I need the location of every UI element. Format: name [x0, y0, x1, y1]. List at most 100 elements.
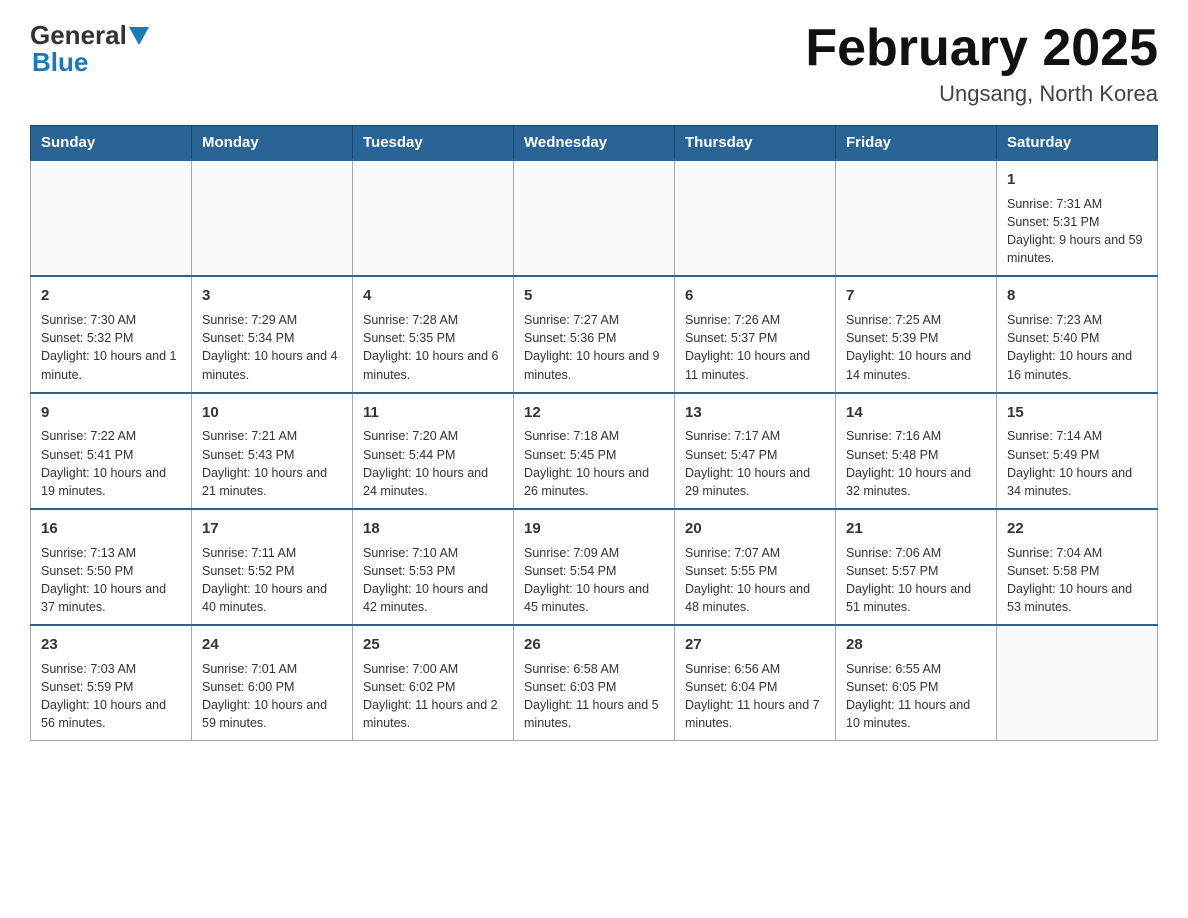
day-info: Sunrise: 7:17 AMSunset: 5:47 PMDaylight:…	[685, 427, 825, 500]
calendar-cell: 26Sunrise: 6:58 AMSunset: 6:03 PMDayligh…	[514, 625, 675, 741]
week-row-2: 2 Sunrise: 7:30 AMSunset: 5:32 PMDaylight…	[31, 276, 1158, 392]
day-info: Sunrise: 7:00 AMSunset: 6:02 PMDaylight:…	[363, 660, 503, 733]
logo: General Blue	[30, 20, 151, 78]
day-number: 14	[846, 402, 986, 424]
week-row-5: 23 Sunrise: 7:03 AMSunset: 5:59 PMDayligh…	[31, 625, 1158, 741]
calendar-cell: 12 Sunrise: 7:18 AMSunset: 5:45 PMDayligh…	[514, 393, 675, 509]
day-header-tuesday: Tuesday	[353, 126, 514, 161]
day-info: Sunrise: 6:56 AMSunset: 6:04 PMDaylight:…	[685, 660, 825, 733]
day-info: Sunrise: 6:55 AMSunset: 6:05 PMDaylight:…	[846, 660, 986, 733]
day-number: 13	[685, 402, 825, 424]
calendar-cell: 25Sunrise: 7:00 AMSunset: 6:02 PMDayligh…	[353, 625, 514, 741]
day-number: 23	[41, 634, 181, 656]
day-info: Sunrise: 7:22 AMSunset: 5:41 PMDaylight:…	[41, 427, 181, 500]
month-title: February 2025	[805, 20, 1158, 77]
day-info: Sunrise: 6:58 AMSunset: 6:03 PMDaylight:…	[524, 660, 664, 733]
calendar-cell: 22 Sunrise: 7:04 AMSunset: 5:58 PMDayligh…	[997, 509, 1158, 625]
day-number: 1	[1007, 169, 1147, 191]
calendar-cell	[675, 160, 836, 276]
day-info: Sunrise: 7:28 AMSunset: 5:35 PMDaylight:…	[363, 311, 503, 384]
calendar-cell: 24Sunrise: 7:01 AMSunset: 6:00 PMDayligh…	[192, 625, 353, 741]
day-number: 7	[846, 285, 986, 307]
day-info: Sunrise: 7:03 AMSunset: 5:59 PMDaylight:…	[41, 660, 181, 733]
day-header-friday: Friday	[836, 126, 997, 161]
day-info: Sunrise: 7:16 AMSunset: 5:48 PMDaylight:…	[846, 427, 986, 500]
calendar-cell: 3 Sunrise: 7:29 AMSunset: 5:34 PMDaylight…	[192, 276, 353, 392]
calendar-cell: 23 Sunrise: 7:03 AMSunset: 5:59 PMDayligh…	[31, 625, 192, 741]
calendar-cell: 19 Sunrise: 7:09 AMSunset: 5:54 PMDayligh…	[514, 509, 675, 625]
day-info: Sunrise: 7:13 AMSunset: 5:50 PMDaylight:…	[41, 544, 181, 617]
day-info: Sunrise: 7:31 AMSunset: 5:31 PMDaylight:…	[1007, 195, 1147, 268]
calendar-cell: 8Sunrise: 7:23 AMSunset: 5:40 PMDaylight…	[997, 276, 1158, 392]
day-number: 12	[524, 402, 664, 424]
day-number: 18	[363, 518, 503, 540]
day-info: Sunrise: 7:30 AMSunset: 5:32 PMDaylight:…	[41, 311, 181, 384]
day-header-thursday: Thursday	[675, 126, 836, 161]
day-info: Sunrise: 7:23 AMSunset: 5:40 PMDaylight:…	[1007, 311, 1147, 384]
calendar-cell	[31, 160, 192, 276]
day-header-wednesday: Wednesday	[514, 126, 675, 161]
day-number: 5	[524, 285, 664, 307]
calendar-cell	[192, 160, 353, 276]
day-info: Sunrise: 7:07 AMSunset: 5:55 PMDaylight:…	[685, 544, 825, 617]
day-number: 10	[202, 402, 342, 424]
day-info: Sunrise: 7:04 AMSunset: 5:58 PMDaylight:…	[1007, 544, 1147, 617]
day-info: Sunrise: 7:18 AMSunset: 5:45 PMDaylight:…	[524, 427, 664, 500]
calendar-cell: 16 Sunrise: 7:13 AMSunset: 5:50 PMDayligh…	[31, 509, 192, 625]
day-number: 9	[41, 402, 181, 424]
calendar-cell: 13 Sunrise: 7:17 AMSunset: 5:47 PMDayligh…	[675, 393, 836, 509]
calendar-cell: 9 Sunrise: 7:22 AMSunset: 5:41 PMDaylight…	[31, 393, 192, 509]
calendar-cell: 5 Sunrise: 7:27 AMSunset: 5:36 PMDaylight…	[514, 276, 675, 392]
day-number: 27	[685, 634, 825, 656]
day-info: Sunrise: 7:25 AMSunset: 5:39 PMDaylight:…	[846, 311, 986, 384]
day-number: 24	[202, 634, 342, 656]
day-number: 16	[41, 518, 181, 540]
calendar-cell: 17 Sunrise: 7:11 AMSunset: 5:52 PMDayligh…	[192, 509, 353, 625]
calendar-table: SundayMondayTuesdayWednesdayThursdayFrid…	[30, 125, 1158, 741]
day-number: 19	[524, 518, 664, 540]
day-number: 15	[1007, 402, 1147, 424]
day-number: 2	[41, 285, 181, 307]
day-number: 6	[685, 285, 825, 307]
day-number: 4	[363, 285, 503, 307]
page-header: General Blue February 2025 Ungsang, Nort…	[30, 20, 1158, 107]
logo-triangle-icon	[129, 27, 149, 45]
days-header-row: SundayMondayTuesdayWednesdayThursdayFrid…	[31, 126, 1158, 161]
day-header-monday: Monday	[192, 126, 353, 161]
calendar-cell: 2 Sunrise: 7:30 AMSunset: 5:32 PMDaylight…	[31, 276, 192, 392]
calendar-cell: 20Sunrise: 7:07 AMSunset: 5:55 PMDayligh…	[675, 509, 836, 625]
location-subtitle: Ungsang, North Korea	[805, 81, 1158, 107]
day-info: Sunrise: 7:11 AMSunset: 5:52 PMDaylight:…	[202, 544, 342, 617]
day-number: 17	[202, 518, 342, 540]
calendar-cell: 14 Sunrise: 7:16 AMSunset: 5:48 PMDayligh…	[836, 393, 997, 509]
calendar-cell: 1 Sunrise: 7:31 AMSunset: 5:31 PMDaylight…	[997, 160, 1158, 276]
day-info: Sunrise: 7:21 AMSunset: 5:43 PMDaylight:…	[202, 427, 342, 500]
day-number: 22	[1007, 518, 1147, 540]
calendar-cell	[836, 160, 997, 276]
logo-blue-text: Blue	[32, 47, 88, 78]
day-info: Sunrise: 7:14 AMSunset: 5:49 PMDaylight:…	[1007, 427, 1147, 500]
calendar-cell	[514, 160, 675, 276]
day-info: Sunrise: 7:26 AMSunset: 5:37 PMDaylight:…	[685, 311, 825, 384]
week-row-1: 1 Sunrise: 7:31 AMSunset: 5:31 PMDaylight…	[31, 160, 1158, 276]
day-number: 3	[202, 285, 342, 307]
calendar-cell: 7 Sunrise: 7:25 AMSunset: 5:39 PMDaylight…	[836, 276, 997, 392]
day-number: 11	[363, 402, 503, 424]
week-row-4: 16 Sunrise: 7:13 AMSunset: 5:50 PMDayligh…	[31, 509, 1158, 625]
calendar-cell: 10 Sunrise: 7:21 AMSunset: 5:43 PMDayligh…	[192, 393, 353, 509]
day-info: Sunrise: 7:09 AMSunset: 5:54 PMDaylight:…	[524, 544, 664, 617]
day-info: Sunrise: 7:06 AMSunset: 5:57 PMDaylight:…	[846, 544, 986, 617]
day-info: Sunrise: 7:20 AMSunset: 5:44 PMDaylight:…	[363, 427, 503, 500]
title-block: February 2025 Ungsang, North Korea	[805, 20, 1158, 107]
calendar-cell: 11 Sunrise: 7:20 AMSunset: 5:44 PMDayligh…	[353, 393, 514, 509]
calendar-cell: 6 Sunrise: 7:26 AMSunset: 5:37 PMDaylight…	[675, 276, 836, 392]
calendar-cell: 15 Sunrise: 7:14 AMSunset: 5:49 PMDayligh…	[997, 393, 1158, 509]
day-header-saturday: Saturday	[997, 126, 1158, 161]
day-info: Sunrise: 7:29 AMSunset: 5:34 PMDaylight:…	[202, 311, 342, 384]
day-number: 21	[846, 518, 986, 540]
calendar-cell: 18 Sunrise: 7:10 AMSunset: 5:53 PMDayligh…	[353, 509, 514, 625]
calendar-cell: 27 Sunrise: 6:56 AMSunset: 6:04 PMDayligh…	[675, 625, 836, 741]
day-info: Sunrise: 7:27 AMSunset: 5:36 PMDaylight:…	[524, 311, 664, 384]
calendar-cell	[353, 160, 514, 276]
day-info: Sunrise: 7:10 AMSunset: 5:53 PMDaylight:…	[363, 544, 503, 617]
